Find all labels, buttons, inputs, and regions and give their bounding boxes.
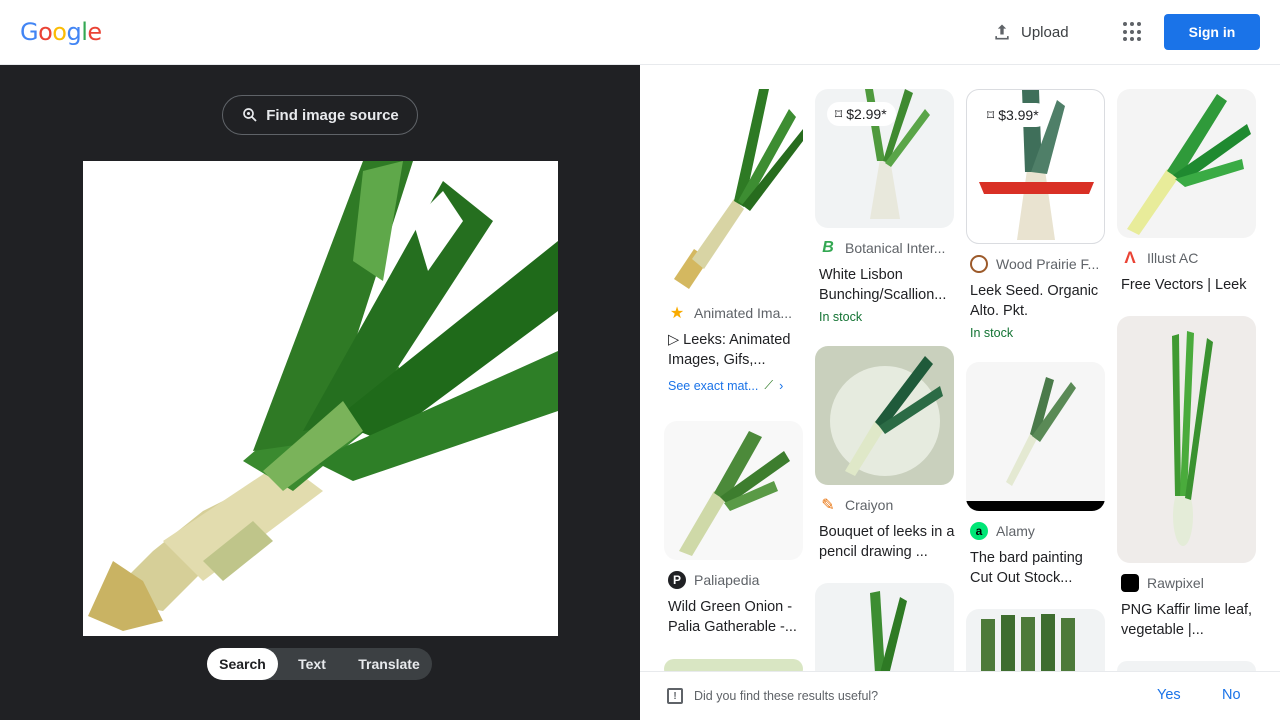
query-image[interactable]	[83, 161, 558, 636]
result-card[interactable]: ✎ Craiyon Bouquet of leeks in a pencil d…	[815, 346, 955, 562]
result-title[interactable]: The bard painting Cut Out Stock...	[966, 548, 1106, 588]
result-card[interactable]	[815, 583, 955, 683]
result-source[interactable]: P Paliapedia	[664, 571, 804, 589]
upload-button[interactable]: Upload	[992, 20, 1069, 44]
result-thumbnail[interactable]	[815, 346, 954, 485]
result-source[interactable]: a Alamy	[966, 522, 1106, 540]
feedback-icon: !	[667, 688, 683, 704]
result-title[interactable]: ▷ Leeks: Animated Images, Gifs,...	[664, 330, 804, 370]
search-mode-tabs: Search Text Translate	[207, 648, 432, 680]
result-source[interactable]: ✎ Craiyon	[815, 496, 955, 514]
result-source[interactable]: B Botanical Inter...	[815, 239, 955, 257]
illust-ac-favicon-icon: Λ	[1124, 249, 1136, 267]
price-tag: ⌑ $3.99*	[979, 103, 1048, 127]
see-exact-matches-link[interactable]: See exact mat... ⟋ ›	[664, 378, 804, 393]
result-thumbnail[interactable]	[664, 421, 803, 560]
result-card[interactable]: Λ Illust AC Free Vectors | Leek	[1117, 89, 1257, 295]
result-thumbnail[interactable]	[1117, 316, 1256, 563]
result-title[interactable]: PNG Kaffir lime leaf, vegetable |...	[1117, 600, 1257, 640]
tab-search[interactable]: Search	[207, 648, 278, 680]
result-thumbnail[interactable]: ⌑ $2.99*	[815, 89, 954, 228]
result-card[interactable]: Rawpixel PNG Kaffir lime leaf, vegetable…	[1117, 316, 1257, 640]
google-logo[interactable]: Google	[20, 18, 102, 47]
result-source[interactable]: Wood Prairie F...	[966, 255, 1106, 273]
wood-prairie-favicon-icon	[970, 255, 988, 273]
result-title[interactable]: Bouquet of leeks in a pencil drawing ...	[815, 522, 955, 562]
result-thumbnail[interactable]	[664, 89, 803, 293]
sign-in-button[interactable]: Sign in	[1164, 14, 1260, 50]
result-card[interactable]: ⌑ $3.99* Wood Prairie F... Leek Seed. Or…	[966, 89, 1106, 340]
lens-search-icon	[243, 108, 257, 122]
upload-label: Upload	[1021, 23, 1069, 41]
result-thumbnail[interactable]: ⌑ $3.99*	[966, 89, 1105, 244]
botanical-favicon-icon: B	[822, 239, 834, 256]
feedback-no-button[interactable]: No	[1222, 687, 1241, 703]
result-source[interactable]: Rawpixel	[1117, 574, 1257, 592]
paliapedia-favicon-icon: P	[668, 571, 686, 589]
tag-icon: ⌑	[835, 105, 843, 122]
result-title[interactable]: White Lisbon Bunching/Scallion...	[815, 265, 955, 305]
find-image-source-button[interactable]: Find image source	[222, 95, 418, 135]
price-tag: ⌑ $2.99*	[827, 102, 896, 126]
find-image-source-label: Find image source	[266, 106, 399, 124]
result-source[interactable]: Λ Illust AC	[1117, 249, 1257, 267]
tab-text[interactable]: Text	[278, 648, 346, 680]
crayon-favicon-icon: ✎	[821, 497, 835, 514]
result-card[interactable]: ⌑ $2.99* B Botanical Inter... White Lisb…	[815, 89, 955, 324]
feedback-bar: ! Did you find these results useful? Yes…	[640, 671, 1280, 720]
apps-grid-icon[interactable]	[1121, 20, 1145, 44]
feedback-question: Did you find these results useful?	[694, 689, 879, 703]
result-thumbnail[interactable]	[815, 583, 954, 683]
tab-translate[interactable]: Translate	[346, 648, 432, 680]
result-thumbnail[interactable]	[1117, 89, 1256, 238]
star-favicon-icon: ★	[669, 305, 685, 322]
result-source[interactable]: ★ Animated Ima...	[664, 304, 804, 322]
results-grid: ★ Animated Ima... ▷ Leeks: Animated Imag…	[640, 65, 1280, 720]
result-card[interactable]: P Paliapedia Wild Green Onion - Palia Ga…	[664, 421, 804, 637]
rawpixel-favicon-icon	[1121, 574, 1139, 592]
result-title[interactable]: Wild Green Onion - Palia Gatherable -...	[664, 597, 804, 637]
feedback-yes-button[interactable]: Yes	[1157, 687, 1181, 703]
result-card[interactable]: ★ Animated Ima... ▷ Leeks: Animated Imag…	[664, 89, 804, 393]
result-title[interactable]: Leek Seed. Organic Alto. Pkt.	[966, 281, 1106, 321]
leek-mini-icon: ⟋	[764, 378, 774, 392]
stock-status: In stock	[970, 326, 1014, 340]
result-title[interactable]: Free Vectors | Leek	[1117, 275, 1257, 295]
tag-icon: ⌑	[987, 106, 995, 123]
image-viewer-panel: Find image source Search Text Translate	[0, 65, 640, 720]
result-thumbnail[interactable]	[966, 362, 1105, 511]
leek-illustration	[83, 161, 558, 636]
alamy-favicon-icon: a	[970, 522, 988, 540]
upload-icon	[995, 24, 1009, 40]
chevron-right-icon: ›	[779, 378, 784, 393]
top-bar: Google Upload Sign in	[0, 0, 1280, 65]
result-card[interactable]: a Alamy The bard painting Cut Out Stock.…	[966, 362, 1106, 588]
stock-status: In stock	[819, 310, 863, 324]
